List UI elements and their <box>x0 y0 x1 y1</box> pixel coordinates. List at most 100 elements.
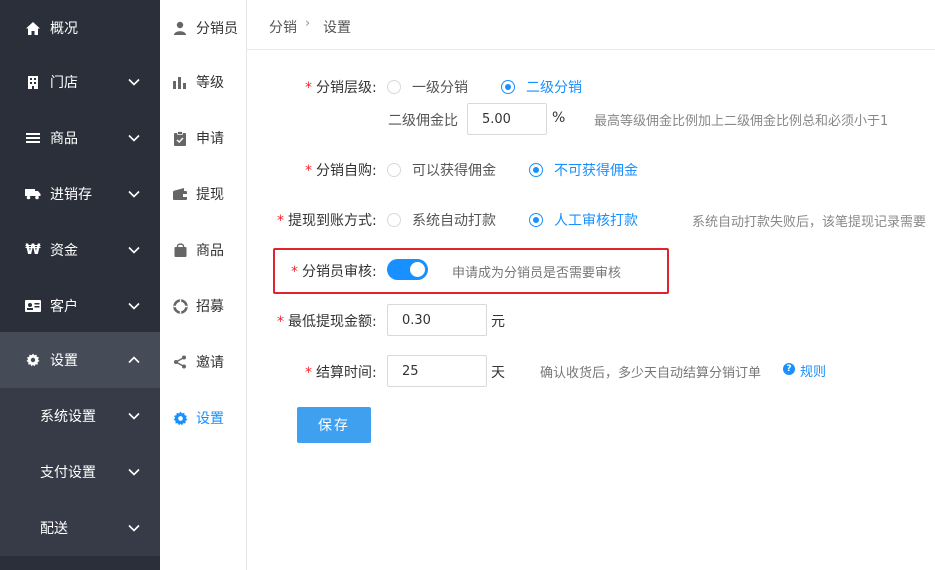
subnav-item-level[interactable]: 等级 <box>160 54 246 110</box>
nav-label: 客户 <box>50 299 78 315</box>
nav-label: 商品 <box>50 131 78 147</box>
nav-label: 概况 <box>50 21 78 37</box>
min-withdraw-unit: 元 <box>491 314 505 330</box>
yen-icon: ₩ <box>25 242 41 258</box>
min-withdraw-input[interactable] <box>387 304 487 336</box>
gear-icon <box>172 410 188 426</box>
nav-label: 门店 <box>50 75 78 91</box>
self-buy-option-no[interactable]: 不可获得佣金 <box>529 160 638 180</box>
withdraw-option-manual[interactable]: 人工审核打款 <box>529 210 638 230</box>
subnav-label: 商品 <box>196 243 224 259</box>
level-option-one[interactable]: 一级分销 <box>387 77 468 97</box>
share-icon <box>172 354 188 370</box>
commission-hint: 最高等级佣金比例加上二级佣金比例总和必须小于1 <box>594 114 889 129</box>
radio-icon <box>387 163 401 177</box>
chevron-down-icon <box>128 190 140 198</box>
id-card-icon <box>25 298 41 314</box>
subnav-label: 提现 <box>196 187 224 203</box>
subnav-label: 招募 <box>196 299 224 315</box>
main-nav: 概况 门店 商品 进销存 ₩ 资金 客户 设置 系统设置 支付设置 配送 <box>0 0 160 570</box>
truck-icon <box>25 186 41 202</box>
wallet-icon <box>172 186 188 202</box>
nav-item-customer[interactable]: 客户 <box>0 278 160 334</box>
nav-item-delivery[interactable]: 配送 <box>0 500 160 556</box>
subnav-item-invite[interactable]: 邀请 <box>160 334 246 390</box>
toggle-knob <box>410 262 425 277</box>
subnav-item-settings[interactable]: 设置 <box>160 390 246 446</box>
withdraw-method-hint: 系统自动打款失败后，该笔提现记录需要 <box>692 215 927 230</box>
subnav-label: 申请 <box>196 131 224 147</box>
nav-item-overview[interactable]: 概况 <box>0 0 160 56</box>
list-icon <box>25 130 41 146</box>
lifebuoy-icon <box>172 298 188 314</box>
radio-checked-icon <box>529 213 543 227</box>
subnav-label: 邀请 <box>196 355 224 371</box>
settle-time-label: * 结算时间: <box>305 365 377 381</box>
gear-icon <box>25 352 41 368</box>
min-withdraw-label: * 最低提现金额: <box>277 314 377 330</box>
bag-icon <box>172 242 188 258</box>
nav-label: 系统设置 <box>40 409 96 425</box>
subnav-label: 分销员 <box>196 21 238 37</box>
help-icon[interactable]: ? <box>783 363 795 375</box>
withdraw-option-auto[interactable]: 系统自动打款 <box>387 210 496 230</box>
nav-label: 进销存 <box>50 187 92 203</box>
clipboard-icon <box>172 130 188 146</box>
self-buy-option-yes[interactable]: 可以获得佣金 <box>387 160 496 180</box>
settle-time-hint: 确认收货后，多少天自动结算分销订单 <box>540 366 762 381</box>
subnav-label: 设置 <box>196 411 224 427</box>
level-option-two[interactable]: 二级分销 <box>501 77 582 97</box>
chevron-down-icon <box>128 78 140 86</box>
breadcrumb-separator: › <box>305 16 311 31</box>
breadcrumb: 分销 › 设置 <box>247 0 935 50</box>
nav-item-store[interactable]: 门店 <box>0 54 160 110</box>
chevron-up-icon <box>128 356 140 364</box>
chevron-down-icon <box>128 134 140 142</box>
save-button[interactable]: 保存 <box>297 407 371 443</box>
settle-time-unit: 天 <box>491 365 505 381</box>
chevron-down-icon <box>128 302 140 310</box>
radio-checked-icon <box>501 80 515 94</box>
nav-item-system-settings[interactable]: 系统设置 <box>0 388 160 444</box>
subnav-item-withdraw[interactable]: 提现 <box>160 166 246 222</box>
nav-item-goods[interactable]: 商品 <box>0 110 160 166</box>
chevron-down-icon <box>128 524 140 532</box>
self-buy-label: * 分销自购: <box>305 163 377 179</box>
radio-icon <box>387 213 401 227</box>
commission-unit: % <box>552 110 566 126</box>
subnav-label: 等级 <box>196 75 224 91</box>
nav-label: 支付设置 <box>40 465 96 481</box>
nav-item-payment-settings[interactable]: 支付设置 <box>0 444 160 500</box>
subnav-item-goods[interactable]: 商品 <box>160 222 246 278</box>
user-icon <box>172 20 188 36</box>
secondary-nav: 分销员 等级 申请 提现 商品 招募 邀请 设置 <box>160 0 247 570</box>
chevron-down-icon <box>128 412 140 420</box>
radio-icon <box>387 80 401 94</box>
nav-label: 设置 <box>50 353 78 369</box>
review-hint: 申请成为分销员是否需要审核 <box>452 266 622 281</box>
level-label: * 分销层级: <box>305 80 377 96</box>
nav-label: 资金 <box>50 243 78 259</box>
bar-chart-icon <box>172 74 188 90</box>
nav-label: 配送 <box>40 521 68 537</box>
store-icon <box>25 74 41 90</box>
rule-link[interactable]: 规则 <box>800 361 826 380</box>
review-label: * 分销员审核: <box>291 264 377 280</box>
chevron-down-icon <box>128 468 140 476</box>
subnav-item-distributor[interactable]: 分销员 <box>160 0 246 56</box>
nav-item-funds[interactable]: ₩ 资金 <box>0 222 160 278</box>
review-toggle[interactable] <box>387 259 428 280</box>
settle-time-input[interactable] <box>387 355 487 387</box>
breadcrumb-item-settings: 设置 <box>323 20 351 36</box>
radio-checked-icon <box>529 163 543 177</box>
withdraw-method-label: * 提现到账方式: <box>277 213 377 229</box>
breadcrumb-item-distribution[interactable]: 分销 <box>269 17 297 37</box>
nav-item-inventory[interactable]: 进销存 <box>0 166 160 222</box>
subnav-item-recruit[interactable]: 招募 <box>160 278 246 334</box>
commission-label: 二级佣金比 <box>388 113 458 129</box>
commission-input[interactable] <box>467 103 547 135</box>
nav-item-settings[interactable]: 设置 <box>0 332 160 388</box>
home-icon <box>25 20 41 36</box>
chevron-down-icon <box>128 246 140 254</box>
subnav-item-apply[interactable]: 申请 <box>160 110 246 166</box>
